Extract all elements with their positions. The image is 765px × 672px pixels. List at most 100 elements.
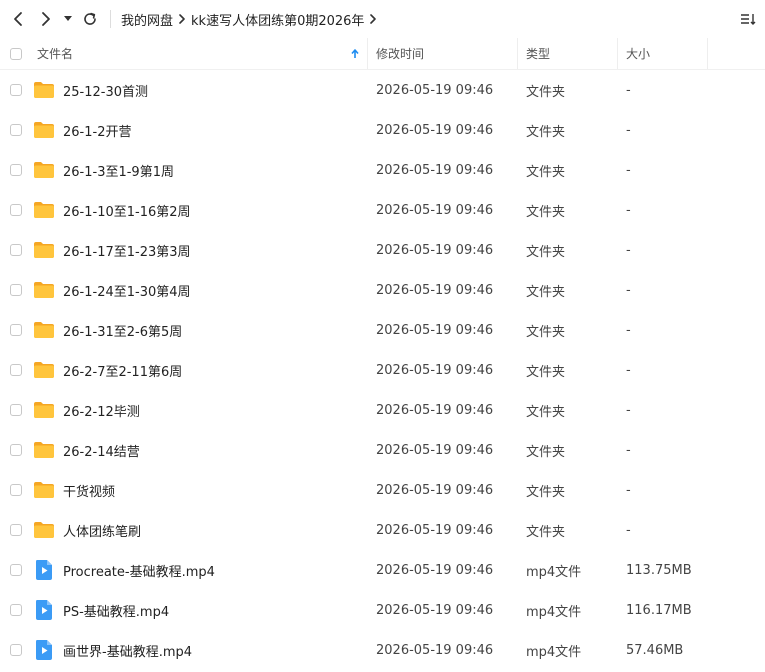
modified-time: 2026-05-19 09:46	[376, 82, 494, 98]
row-checkbox[interactable]	[10, 324, 22, 336]
table-row[interactable]: PS-基础教程.mp4 2026-05-19 09:46 mp4文件 116.17MB	[0, 590, 765, 630]
row-checkbox[interactable]	[10, 644, 22, 656]
back-button[interactable]	[4, 5, 32, 33]
file-name[interactable]: 26-1-3至1-9第1周	[63, 161, 174, 180]
column-header-time[interactable]: 修改时间	[368, 38, 518, 69]
file-name-cell[interactable]: 画世界-基础教程.mp4	[32, 639, 368, 661]
file-name-cell[interactable]: 26-1-24至1-30第4周	[32, 279, 368, 301]
file-name[interactable]: 25-12-30首测	[63, 81, 148, 100]
modified-time: 2026-05-19 09:46	[376, 402, 494, 418]
column-header-name[interactable]: 文件名	[32, 38, 368, 69]
file-name-cell[interactable]: 26-2-12毕测	[32, 399, 368, 421]
modified-time: 2026-05-19 09:46	[376, 202, 494, 218]
forward-button[interactable]	[32, 5, 60, 33]
row-checkbox[interactable]	[10, 604, 22, 616]
modified-time: 2026-05-19 09:46	[376, 482, 494, 498]
table-row[interactable]: 26-1-10至1-16第2周 2026-05-19 09:46 文件夹 -	[0, 190, 765, 230]
file-name-cell[interactable]: Procreate-基础教程.mp4	[32, 559, 368, 581]
row-checkbox[interactable]	[10, 484, 22, 496]
file-name-cell[interactable]: 26-1-10至1-16第2周	[32, 199, 368, 221]
file-name-cell[interactable]: 25-12-30首测	[32, 79, 368, 101]
sort-menu-button[interactable]	[737, 8, 759, 30]
file-type: 文件夹	[526, 364, 566, 380]
file-type: 文件夹	[526, 324, 566, 340]
history-dropdown-button[interactable]	[60, 5, 76, 33]
file-type: 文件夹	[526, 84, 566, 100]
list-header: 文件名 修改时间 类型 大小	[0, 38, 765, 70]
file-name-cell[interactable]: 26-1-3至1-9第1周	[32, 159, 368, 181]
folder-icon	[32, 199, 56, 221]
row-checkbox[interactable]	[10, 84, 22, 96]
folder-icon	[32, 279, 56, 301]
row-checkbox[interactable]	[10, 404, 22, 416]
file-name[interactable]: 26-1-2开营	[63, 121, 131, 140]
table-row[interactable]: Procreate-基础教程.mp4 2026-05-19 09:46 mp4文件 1…	[0, 550, 765, 590]
file-name[interactable]: 画世界-基础教程.mp4	[63, 641, 192, 660]
row-checkbox[interactable]	[10, 444, 22, 456]
table-row[interactable]: 26-2-7至2-11第6周 2026-05-19 09:46 文件夹 -	[0, 350, 765, 390]
row-checkbox[interactable]	[10, 284, 22, 296]
toolbar: 我的网盘 kk速写人体团练第0期2026年	[0, 0, 765, 38]
file-name-cell[interactable]: PS-基础教程.mp4	[32, 599, 368, 621]
modified-time: 2026-05-19 09:46	[376, 122, 494, 138]
file-name-cell[interactable]: 26-1-2开营	[32, 119, 368, 141]
table-row[interactable]: 26-1-3至1-9第1周 2026-05-19 09:46 文件夹 -	[0, 150, 765, 190]
file-name-cell[interactable]: 26-1-31至2-6第5周	[32, 319, 368, 341]
modified-time: 2026-05-19 09:46	[376, 282, 494, 298]
row-checkbox[interactable]	[10, 364, 22, 376]
file-name[interactable]: 干货视频	[63, 481, 115, 500]
file-name[interactable]: 26-1-10至1-16第2周	[63, 201, 191, 220]
file-name[interactable]: 26-1-17至1-23第3周	[63, 241, 191, 260]
modified-time: 2026-05-19 09:46	[376, 522, 494, 538]
table-row[interactable]: 26-1-2开营 2026-05-19 09:46 文件夹 -	[0, 110, 765, 150]
file-name[interactable]: 26-2-12毕测	[63, 401, 140, 420]
table-row[interactable]: 26-1-31至2-6第5周 2026-05-19 09:46 文件夹 -	[0, 310, 765, 350]
file-size: -	[626, 162, 631, 178]
video-file-icon	[32, 639, 56, 661]
file-name-cell[interactable]: 人体团练笔刷	[32, 519, 368, 541]
file-name[interactable]: 人体团练笔刷	[63, 521, 141, 540]
file-type: 文件夹	[526, 204, 566, 220]
toolbar-divider	[110, 10, 111, 28]
row-checkbox[interactable]	[10, 244, 22, 256]
file-type: 文件夹	[526, 124, 566, 140]
file-name-cell[interactable]: 26-1-17至1-23第3周	[32, 239, 368, 261]
select-all-checkbox[interactable]	[10, 47, 22, 60]
row-checkbox[interactable]	[10, 524, 22, 536]
file-type: 文件夹	[526, 444, 566, 460]
file-name[interactable]: Procreate-基础教程.mp4	[63, 561, 215, 580]
sort-list-icon	[741, 14, 756, 25]
table-row[interactable]: 人体团练笔刷 2026-05-19 09:46 文件夹 -	[0, 510, 765, 550]
modified-time: 2026-05-19 09:46	[376, 602, 494, 618]
file-name[interactable]: 26-1-24至1-30第4周	[63, 281, 191, 300]
table-row[interactable]: 26-1-24至1-30第4周 2026-05-19 09:46 文件夹 -	[0, 270, 765, 310]
table-row[interactable]: 干货视频 2026-05-19 09:46 文件夹 -	[0, 470, 765, 510]
breadcrumb-current[interactable]: kk速写人体团练第0期2026年	[191, 10, 364, 29]
folder-icon	[32, 119, 56, 141]
folder-icon	[32, 239, 56, 261]
refresh-button[interactable]	[76, 5, 104, 33]
breadcrumb-root[interactable]: 我的网盘	[121, 10, 173, 29]
file-name-cell[interactable]: 26-2-14结营	[32, 439, 368, 461]
file-name[interactable]: PS-基础教程.mp4	[63, 601, 169, 620]
file-name[interactable]: 26-2-7至2-11第6周	[63, 361, 182, 380]
modified-time: 2026-05-19 09:46	[376, 562, 494, 578]
file-name[interactable]: 26-1-31至2-6第5周	[63, 321, 182, 340]
table-row[interactable]: 26-2-12毕测 2026-05-19 09:46 文件夹 -	[0, 390, 765, 430]
column-header-type[interactable]: 类型	[518, 38, 618, 69]
file-type: 文件夹	[526, 524, 566, 540]
table-row[interactable]: 25-12-30首测 2026-05-19 09:46 文件夹 -	[0, 70, 765, 110]
table-row[interactable]: 画世界-基础教程.mp4 2026-05-19 09:46 mp4文件 57.46MB	[0, 630, 765, 670]
file-name[interactable]: 26-2-14结营	[63, 441, 140, 460]
row-checkbox[interactable]	[10, 164, 22, 176]
file-name-cell[interactable]: 26-2-7至2-11第6周	[32, 359, 368, 381]
table-row[interactable]: 26-2-14结营 2026-05-19 09:46 文件夹 -	[0, 430, 765, 470]
file-name-cell[interactable]: 干货视频	[32, 479, 368, 501]
column-header-size[interactable]: 大小	[618, 38, 708, 69]
row-checkbox[interactable]	[10, 204, 22, 216]
row-checkbox[interactable]	[10, 564, 22, 576]
modified-time: 2026-05-19 09:46	[376, 362, 494, 378]
breadcrumb-expand-icon[interactable]	[364, 14, 382, 24]
table-row[interactable]: 26-1-17至1-23第3周 2026-05-19 09:46 文件夹 -	[0, 230, 765, 270]
row-checkbox[interactable]	[10, 124, 22, 136]
